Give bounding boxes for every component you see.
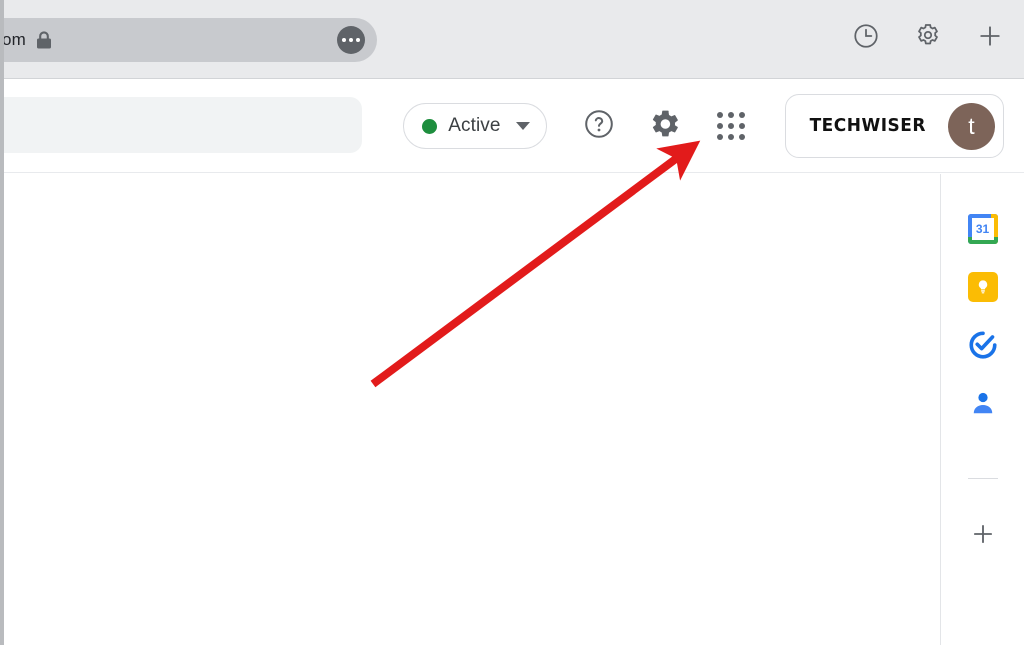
app-header: Active TECHWISER t (0, 79, 1024, 173)
status-label: Active (448, 115, 501, 136)
side-panel-contacts[interactable] (953, 374, 1013, 432)
gear-icon (649, 108, 681, 145)
google-keep-icon (967, 272, 998, 302)
chevron-down-icon (515, 122, 530, 130)
apps-grid-icon (716, 112, 745, 140)
account-chip[interactable]: TECHWISER t (784, 94, 1004, 158)
address-bar-url: om (2, 30, 27, 49)
side-panel-add-button[interactable] (953, 507, 1013, 565)
help-circle-icon (583, 108, 615, 145)
clock-icon (852, 22, 880, 55)
gear-icon (914, 22, 942, 55)
side-panel: 31 (940, 174, 1024, 645)
side-panel-tasks[interactable] (953, 316, 1013, 374)
brand-label: TECHWISER (809, 115, 926, 137)
side-panel-keep[interactable] (953, 258, 1013, 316)
address-bar[interactable]: om (0, 18, 377, 62)
status-badge[interactable]: Active (403, 103, 547, 149)
avatar[interactable]: t (948, 102, 995, 150)
history-button[interactable] (846, 18, 886, 58)
search-input[interactable] (0, 97, 362, 153)
side-panel-calendar[interactable]: 31 (953, 200, 1013, 258)
calendar-day-label: 31 (975, 222, 990, 236)
window-left-edge (0, 0, 4, 645)
side-panel-divider (967, 478, 998, 479)
google-apps-button[interactable] (707, 102, 755, 150)
app-settings-gear-button[interactable] (641, 102, 689, 150)
status-dot-icon (422, 118, 438, 134)
help-button[interactable] (575, 102, 623, 150)
google-contacts-icon (968, 388, 998, 418)
google-tasks-icon (968, 330, 998, 360)
screenshot-root: om Active TECHWISER t 31 (0, 0, 1024, 645)
main-content (4, 174, 940, 645)
browser-action-buttons (846, 18, 1010, 58)
lock-icon (35, 30, 53, 50)
app-header-actions: Active TECHWISER t (403, 79, 1004, 173)
plus-icon (970, 521, 996, 552)
new-tab-button[interactable] (970, 18, 1010, 58)
plus-icon (976, 22, 1004, 55)
browser-toolbar: om (0, 0, 1024, 79)
google-calendar-icon: 31 (967, 214, 998, 244)
more-dots-icon[interactable] (337, 26, 365, 54)
browser-settings-button[interactable] (908, 18, 948, 58)
